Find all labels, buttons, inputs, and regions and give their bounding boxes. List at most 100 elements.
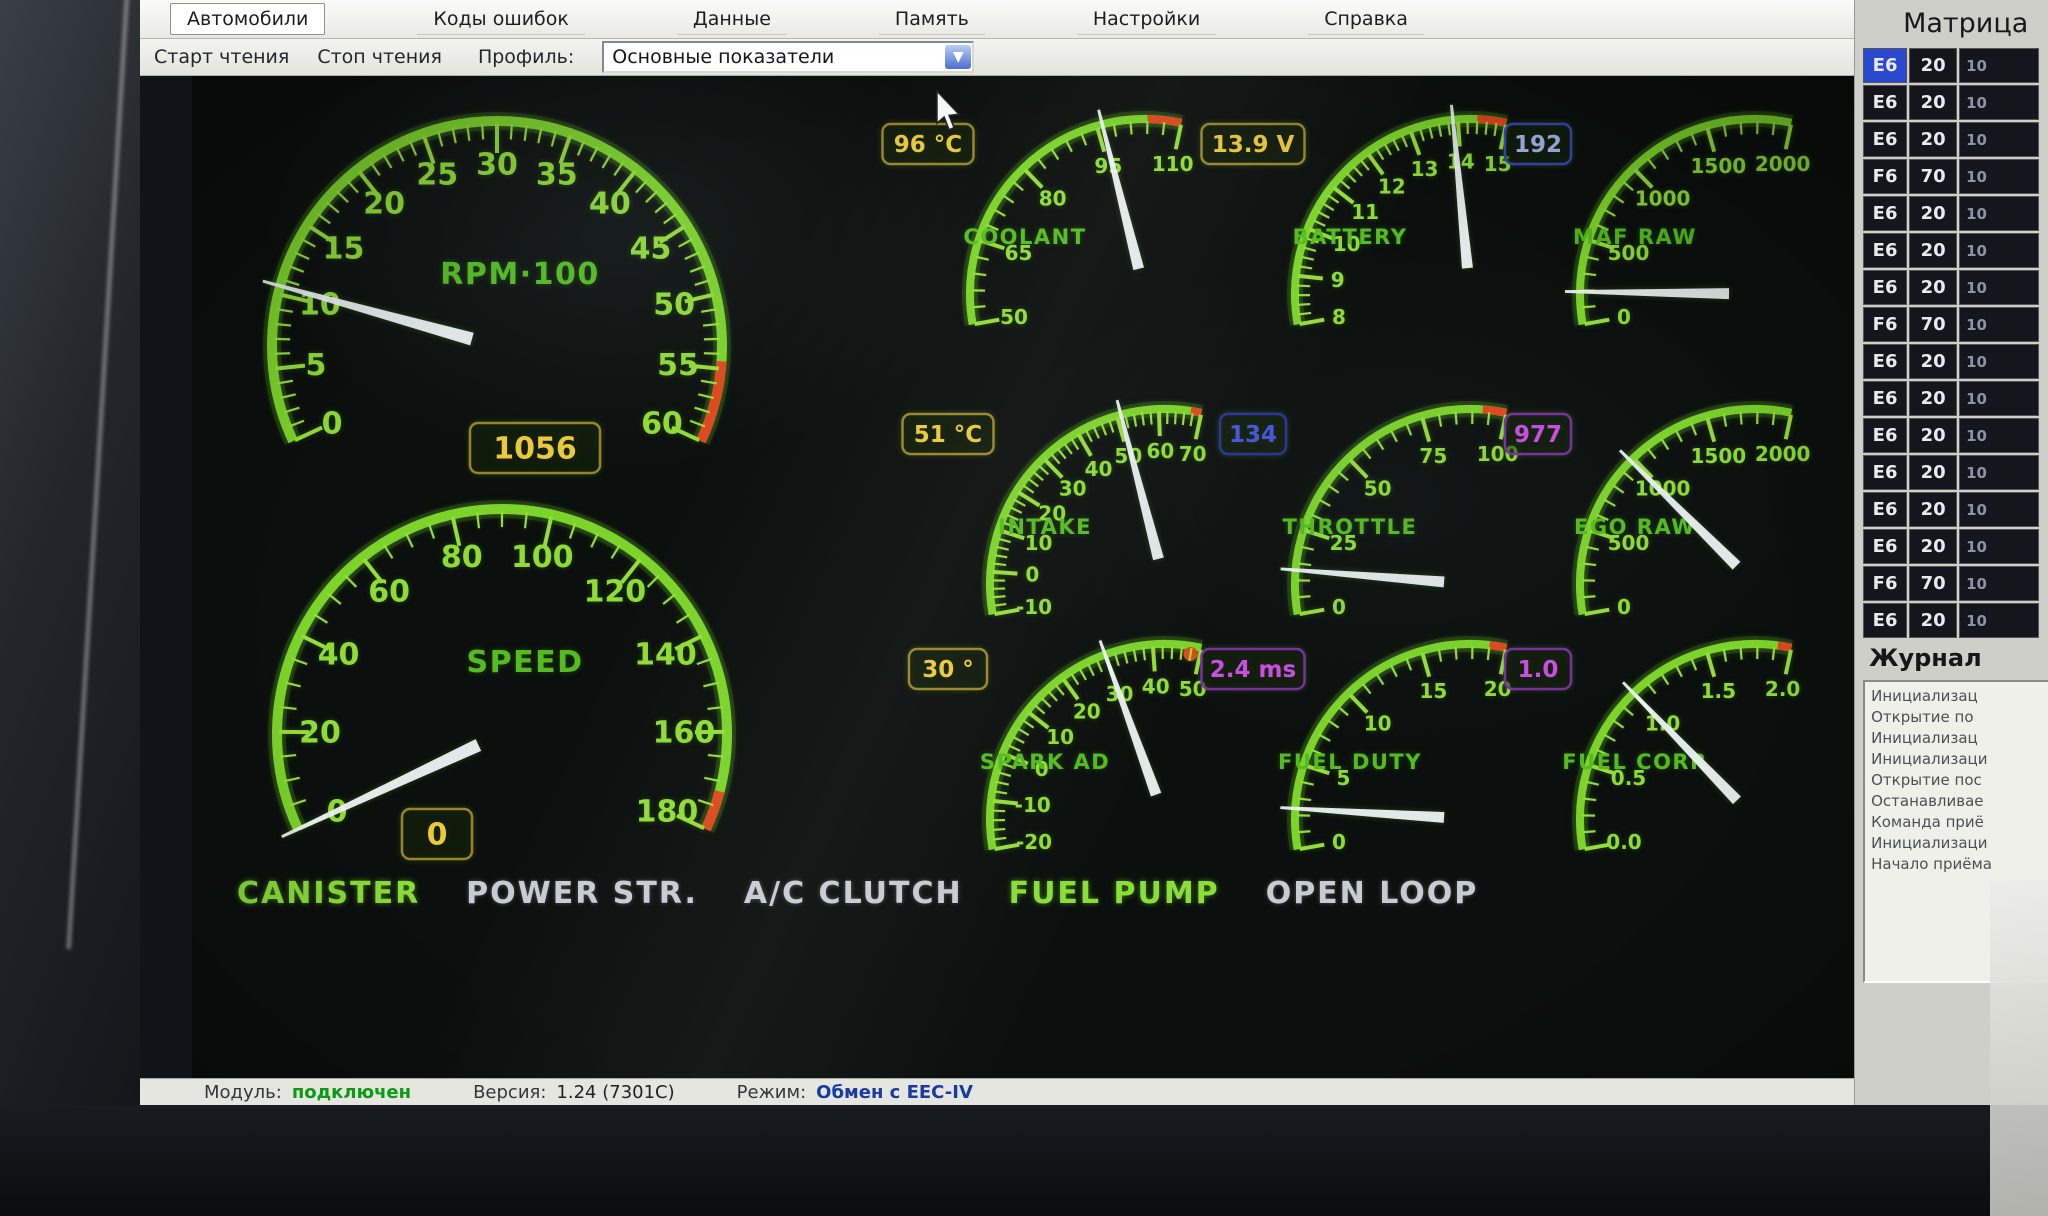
gauge-name: RPM·100 [440, 257, 599, 292]
matrix-cell[interactable]: 20 [1909, 122, 1957, 157]
log-entry: Открытие по [1871, 707, 2048, 728]
matrix-cell[interactable]: 70 [1909, 307, 1957, 342]
menu-tab-1[interactable]: Автомобили [170, 3, 325, 35]
matrix-cell[interactable]: E6 [1863, 418, 1907, 453]
rpm-gauge-svg: 051015202530354045505560RPM·1001056 [202, 96, 762, 496]
indicator-open-loop: OPEN LOOP [1266, 876, 1479, 911]
matrix-cell[interactable]: 10 [1959, 418, 2039, 453]
speed-gauge-svg: 020406080100120140160180SPEED0 [207, 484, 767, 884]
matrix-cell[interactable]: 20 [1909, 418, 1957, 453]
gauge-name: FUEL DUTY [1278, 750, 1422, 774]
matrix-cell[interactable]: 20 [1909, 48, 1957, 83]
value-text: 0 [427, 818, 448, 853]
value-text: 13.9 V [1212, 132, 1295, 158]
chevron-down-icon[interactable]: ▼ [945, 45, 971, 69]
matrix-cell[interactable]: 10 [1959, 233, 2039, 268]
gauge-throttle: 0255075100THROTTLE134 [1185, 384, 1515, 624]
matrix-cell[interactable]: 10 [1959, 603, 2039, 638]
matrix-cell[interactable]: E6 [1863, 529, 1907, 564]
matrix-cell[interactable]: 20 [1909, 492, 1957, 527]
stop-reading-button[interactable]: Стоп чтения [317, 46, 442, 68]
matrix-cell[interactable]: 20 [1909, 270, 1957, 305]
matrix-cell[interactable]: E6 [1863, 455, 1907, 490]
matrix-cell[interactable]: 10 [1959, 381, 2039, 416]
scale-label: 45 [630, 232, 672, 267]
profile-label: Профиль: [478, 46, 574, 68]
matrix-cell[interactable]: 10 [1959, 48, 2039, 83]
matrix-cell[interactable]: 10 [1959, 455, 2039, 490]
value-text: 192 [1514, 132, 1562, 158]
scale-label: 40 [589, 187, 631, 222]
matrix-cell[interactable]: E6 [1863, 381, 1907, 416]
menu-tab-3[interactable]: Данные [677, 4, 787, 35]
matrix-cell[interactable]: 70 [1909, 566, 1957, 601]
scale-label: 20 [1073, 699, 1101, 723]
matrix-cell[interactable]: F6 [1863, 566, 1907, 601]
matrix-cell[interactable]: 20 [1909, 455, 1957, 490]
matrix-cell[interactable]: 20 [1909, 529, 1957, 564]
scale-label: 15 [323, 232, 365, 267]
scale-label: 5 [306, 348, 327, 383]
matrix-cell[interactable]: 20 [1909, 344, 1957, 379]
matrix-cell[interactable]: 70 [1909, 159, 1957, 194]
matrix-cell[interactable]: 20 [1909, 603, 1957, 638]
menu-tab-5[interactable]: Настройки [1077, 4, 1216, 35]
gauge-name: COOLANT [963, 225, 1086, 249]
menu-tab-6[interactable]: Справка [1308, 4, 1424, 35]
matrix-cell[interactable]: F6 [1863, 159, 1907, 194]
status-indicator-row: CANISTERPOWER STR.A/C CLUTCHFUEL PUMPOPE… [237, 876, 1478, 911]
matrix-cell[interactable]: 10 [1959, 85, 2039, 120]
scale-label: 2.0 [1765, 677, 1800, 701]
matrix-cell[interactable]: E6 [1863, 270, 1907, 305]
value-text: 2.4 ms [1210, 657, 1296, 683]
scale-label: 20 [363, 187, 405, 222]
spark-gauge-svg: -20-1001020304050SPARK AD30 ° [880, 619, 1210, 859]
matrix-cell[interactable]: 10 [1959, 196, 2039, 231]
gauge-battery: 89101112131415BATTERY13.9 V [1185, 94, 1515, 334]
battery-gauge-svg: 89101112131415BATTERY13.9 V [1185, 94, 1515, 334]
intake-gauge-svg: -10010203040506070INTAKE51 °C [880, 384, 1210, 624]
matrix-cell[interactable]: 10 [1959, 566, 2039, 601]
menu-tab-2[interactable]: Коды ошибок [417, 4, 584, 35]
matrix-cell[interactable]: 10 [1959, 270, 2039, 305]
matrix-cell[interactable]: E6 [1863, 48, 1907, 83]
matrix-cell[interactable]: E6 [1863, 122, 1907, 157]
log-title: Журнал [1869, 644, 1982, 672]
matrix-cell[interactable]: 10 [1959, 529, 2039, 564]
matrix-cell[interactable]: E6 [1863, 196, 1907, 231]
menu-bar: Автомобили Коды ошибок Данные Память Настрой… [140, 0, 1854, 39]
profile-select[interactable]: Основные показатели ▼ [602, 41, 974, 73]
gauge-fuel-duty: 05101520FUEL DUTY2.4 ms [1185, 619, 1515, 859]
gauge-name: INTAKE [998, 515, 1092, 539]
mode-value: Обмен с EEC-IV [816, 1082, 973, 1103]
matrix-cell[interactable]: E6 [1863, 603, 1907, 638]
matrix-cell[interactable]: 10 [1959, 492, 2039, 527]
indicator-a-c-clutch: A/C CLUTCH [744, 876, 963, 911]
matrix-cell[interactable]: E6 [1863, 492, 1907, 527]
matrix-cell[interactable]: E6 [1863, 344, 1907, 379]
matrix-cell[interactable]: 20 [1909, 196, 1957, 231]
gauge-speed: 020406080100120140160180SPEED0 [207, 484, 767, 884]
needle [1097, 109, 1144, 270]
mode-label: Режим: [737, 1082, 807, 1103]
matrix-cell[interactable]: 20 [1909, 381, 1957, 416]
scale-label: 20 [299, 716, 341, 751]
matrix-cell[interactable]: 10 [1959, 122, 2039, 157]
matrix-cell[interactable]: 20 [1909, 85, 1957, 120]
throttle-gauge-svg: 0255075100THROTTLE134 [1185, 384, 1515, 624]
scale-label: 75 [1419, 444, 1447, 468]
indicator-power-str-: POWER STR. [466, 876, 698, 911]
matrix-cell[interactable]: 10 [1959, 159, 2039, 194]
module-label: Модуль: [204, 1082, 282, 1103]
menu-tab-4[interactable]: Память [879, 4, 985, 35]
matrix-cell[interactable]: 20 [1909, 233, 1957, 268]
matrix-cell[interactable]: F6 [1863, 307, 1907, 342]
value-text: 134 [1229, 422, 1277, 448]
matrix-cell[interactable]: 10 [1959, 344, 2039, 379]
matrix-cell[interactable]: E6 [1863, 233, 1907, 268]
matrix-cell[interactable]: E6 [1863, 85, 1907, 120]
start-reading-button[interactable]: Старт чтения [154, 46, 289, 68]
gauge-name: FUEL CORR [1562, 750, 1708, 774]
gauge-fuel-corr: 0.00.51.01.52.0FUEL CORR1.0 [1470, 619, 1800, 859]
matrix-cell[interactable]: 10 [1959, 307, 2039, 342]
